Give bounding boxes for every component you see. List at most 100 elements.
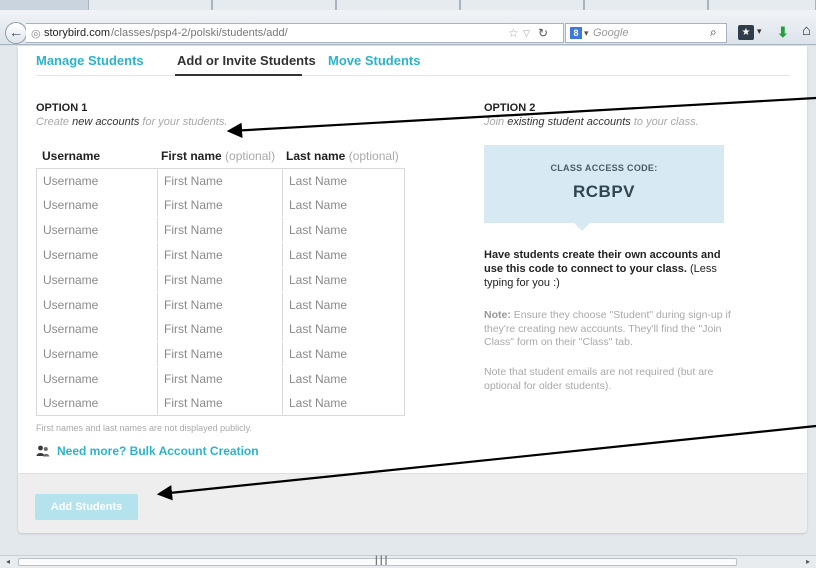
bookmarks-icon[interactable]: ★ xyxy=(738,25,754,40)
tab-add-or-invite-students[interactable]: Add or Invite Students xyxy=(177,53,316,68)
table-row xyxy=(37,243,404,267)
url-path: /classes/psp4-2/polski/students/add/ xyxy=(111,27,288,39)
back-button[interactable]: ← xyxy=(5,22,27,44)
home-icon[interactable]: ⌂ xyxy=(802,22,811,39)
username-field[interactable] xyxy=(37,367,158,391)
option2-subtitle: Join existing student accounts to your c… xyxy=(484,116,699,128)
optional-label: (optional) xyxy=(348,149,399,163)
username-field[interactable] xyxy=(37,342,158,366)
first-name-field[interactable] xyxy=(158,193,283,217)
table-row xyxy=(37,342,404,366)
chevron-down-icon[interactable]: ▾ xyxy=(584,24,589,42)
last-name-field[interactable] xyxy=(283,317,404,341)
add-students-button[interactable]: Add Students xyxy=(35,494,138,520)
first-name-field[interactable] xyxy=(158,391,283,415)
instructions-text: Have students create their own accounts … xyxy=(484,248,734,290)
table-row xyxy=(37,169,404,193)
privacy-note: First names and last names are not displ… xyxy=(36,423,252,433)
url-bar[interactable]: ◎ storybird.com /classes/psp4-2/polski/s… xyxy=(26,23,564,43)
last-name-field[interactable] xyxy=(283,218,404,242)
browser-toolbar: ← ◎ storybird.com /classes/psp4-2/polski… xyxy=(0,10,816,45)
last-name-field[interactable] xyxy=(283,293,404,317)
first-name-label: First name xyxy=(161,149,222,163)
browser-tab[interactable] xyxy=(708,0,816,10)
first-name-field[interactable] xyxy=(158,169,283,193)
username-field[interactable] xyxy=(37,391,158,415)
scroll-left-icon[interactable]: ◂ xyxy=(6,556,10,568)
search-bar[interactable]: 8 ▾ Google ⌕ xyxy=(565,23,727,43)
first-name-field[interactable] xyxy=(158,367,283,391)
column-header-last-name: Last name (optional) xyxy=(286,149,399,163)
option2-sub-bold: existing student accounts xyxy=(507,116,631,128)
username-field[interactable] xyxy=(37,193,158,217)
last-name-field[interactable] xyxy=(283,169,404,193)
username-field[interactable] xyxy=(37,317,158,341)
instructions-bold: Have students create their own accounts … xyxy=(484,249,721,275)
first-name-field[interactable] xyxy=(158,342,283,366)
horizontal-scrollbar[interactable]: ◂ ┃┃┃ ▸ xyxy=(0,555,816,568)
option1-sub-bold: new accounts xyxy=(72,116,140,128)
last-name-field[interactable] xyxy=(283,243,404,267)
chevron-down-icon[interactable]: ▽ xyxy=(523,24,530,42)
last-name-field[interactable] xyxy=(283,367,404,391)
last-name-field[interactable] xyxy=(283,391,404,415)
search-engine-icon[interactable]: 8 xyxy=(570,27,582,39)
page-viewport: Manage Students Add or Invite Students M… xyxy=(0,46,816,555)
access-code-label: CLASS ACCESS CODE: xyxy=(550,163,658,173)
option1-title: OPTION 1 xyxy=(36,102,88,114)
optional-label: (optional) xyxy=(225,149,276,163)
username-field[interactable] xyxy=(37,243,158,267)
signup-note: Note: Ensure they choose "Student" durin… xyxy=(484,309,744,350)
first-name-field[interactable] xyxy=(158,293,283,317)
tab-move-students[interactable]: Move Students xyxy=(328,53,420,68)
star-icon[interactable]: ☆ xyxy=(508,24,519,42)
users-icon xyxy=(36,445,50,457)
first-name-field[interactable] xyxy=(158,268,283,292)
first-name-field[interactable] xyxy=(158,317,283,341)
browser-tab-strip xyxy=(0,0,816,10)
option2-sub-prefix: Join xyxy=(484,116,508,128)
note-text: Ensure they choose "Student" during sign… xyxy=(484,309,731,348)
browser-tab[interactable] xyxy=(88,0,212,10)
browser-tab[interactable] xyxy=(460,0,584,10)
scroll-right-icon[interactable]: ▸ xyxy=(806,556,810,568)
page-tabs: Manage Students Add or Invite Students M… xyxy=(36,46,790,76)
form-footer: Add Students xyxy=(18,473,807,533)
username-field[interactable] xyxy=(37,218,158,242)
class-access-code-box: CLASS ACCESS CODE: RCBPV xyxy=(484,145,724,231)
search-input[interactable]: Google xyxy=(593,24,628,42)
search-icon[interactable]: ⌕ xyxy=(710,23,717,41)
username-field[interactable] xyxy=(37,293,158,317)
student-entry-grid xyxy=(36,168,405,416)
last-name-field[interactable] xyxy=(283,268,404,292)
table-row xyxy=(37,293,404,317)
last-name-label: Last name xyxy=(286,149,346,163)
url-host: storybird.com xyxy=(44,27,111,39)
last-name-field[interactable] xyxy=(283,342,404,366)
last-name-field[interactable] xyxy=(283,193,404,217)
globe-icon: ◎ xyxy=(31,28,41,40)
option1-subtitle: Create new accounts for your students. xyxy=(36,116,227,128)
table-row xyxy=(37,193,404,217)
access-code: RCBPV xyxy=(572,182,635,201)
note-label: Note: xyxy=(484,309,511,321)
table-row xyxy=(37,317,404,341)
option1-sub-suffix: for your students. xyxy=(139,116,228,128)
scrollbar-thumb[interactable]: ┃┃┃ xyxy=(18,556,737,566)
option2-sub-suffix: to your class. xyxy=(630,116,699,128)
option1-sub-prefix: Create xyxy=(36,116,73,128)
add-students-card: Manage Students Add or Invite Students M… xyxy=(18,46,807,533)
tab-manage-students[interactable]: Manage Students xyxy=(36,53,144,68)
first-name-field[interactable] xyxy=(158,218,283,242)
download-icon[interactable]: ⬇ xyxy=(777,24,789,41)
column-header-username: Username xyxy=(42,149,101,163)
browser-tab[interactable] xyxy=(336,0,460,10)
username-field[interactable] xyxy=(37,268,158,292)
browser-tab[interactable] xyxy=(584,0,708,10)
browser-tab[interactable] xyxy=(212,0,336,10)
username-field[interactable] xyxy=(37,169,158,193)
grip-icon: ┃┃┃ xyxy=(374,556,389,565)
chevron-down-icon[interactable]: ▾ xyxy=(757,26,762,37)
reload-icon[interactable]: ↻ xyxy=(538,24,548,42)
first-name-field[interactable] xyxy=(158,243,283,267)
